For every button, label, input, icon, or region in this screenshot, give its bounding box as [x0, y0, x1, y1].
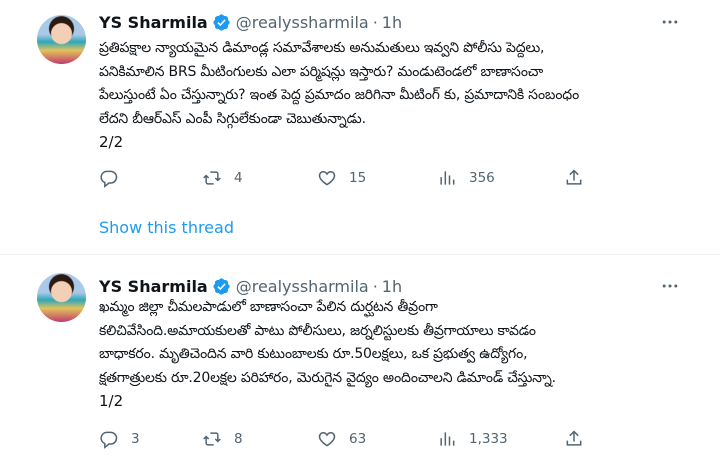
- verified-badge-icon: [213, 277, 230, 295]
- show-thread-row[interactable]: Show this thread: [0, 204, 720, 254]
- share-icon: [566, 169, 582, 185]
- verified-badge-icon: [213, 13, 230, 31]
- divider: [0, 254, 720, 255]
- separator-dot: ·: [372, 12, 378, 32]
- avatar[interactable]: [37, 273, 86, 322]
- tweet-text-line: ఖమ్మం జిల్లా చీమలపాడులో బాణాసంచా పేలిన ద…: [99, 299, 438, 315]
- timestamp[interactable]: 1h: [382, 13, 402, 32]
- tweet-text: ప్రతిపక్షాల న్యాయమైన డిమాండ్ల సమావేశాలకు…: [99, 37, 659, 155]
- more-options-button[interactable]: [658, 10, 682, 34]
- reply-icon: [100, 431, 118, 449]
- like-count: 63: [349, 431, 367, 447]
- author-handle[interactable]: @realyssharmila: [236, 13, 369, 32]
- timestamp[interactable]: 1h: [382, 277, 402, 296]
- views-count: 356: [469, 170, 495, 186]
- reply-count: 3: [131, 431, 140, 447]
- show-thread-link[interactable]: Show this thread: [99, 218, 234, 237]
- tweet-text: ఖమ్మం జిల్లా చీమలపాడులో బాణాసంచా పేలిన ద…: [99, 296, 659, 414]
- like-button[interactable]: 15: [317, 164, 366, 192]
- tweet-text-line: పేలుస్తుంటే ఏం చేస్తున్నారు? ఇంత పెద్ద ప…: [99, 87, 580, 103]
- share-button[interactable]: [564, 164, 584, 192]
- action-bar: 4 15 356: [99, 164, 599, 192]
- tweet-text-line: ప్రతిపక్షాల న్యాయమైన డిమాండ్ల సమావేశాలకు…: [99, 40, 545, 56]
- avatar[interactable]: [37, 15, 86, 64]
- more-icon: [662, 284, 678, 288]
- reply-button[interactable]: 3: [99, 425, 140, 453]
- separator-dot: ·: [372, 276, 378, 296]
- like-icon: [318, 431, 336, 447]
- tweet-text-line: క్షతగాత్రులకు రూ.20లక్షల పరిహారం, మెరుగై…: [99, 369, 556, 386]
- action-bar: 3 8 63 1,333: [99, 425, 599, 453]
- retweet-count: 4: [234, 170, 243, 186]
- tweet-text-line: కలిచివేసింది.అమాయకులతో పాటు పోలీసులు, జర…: [99, 322, 536, 339]
- reply-button[interactable]: [99, 164, 131, 192]
- tweet-header: YS Sharmila @realyssharmila · 1h: [99, 10, 402, 34]
- views-icon: [440, 171, 455, 185]
- like-count: 15: [349, 170, 367, 186]
- like-button[interactable]: 63: [317, 425, 366, 453]
- retweet-button[interactable]: 4: [202, 164, 243, 192]
- retweet-icon: [203, 432, 221, 446]
- tweet[interactable]: YS Sharmila @realyssharmila · 1h ఖమ్మం జ…: [0, 256, 720, 459]
- retweet-icon: [203, 171, 221, 185]
- share-icon: [566, 430, 582, 446]
- tweet-header: YS Sharmila @realyssharmila · 1h: [99, 274, 402, 298]
- thread-counter: 1/2: [99, 392, 124, 410]
- author-handle[interactable]: @realyssharmila: [236, 277, 369, 296]
- tweet[interactable]: YS Sharmila @realyssharmila · 1h ప్రతిపక…: [0, 0, 720, 204]
- views-button[interactable]: 1,333: [437, 425, 508, 453]
- views-count: 1,333: [469, 431, 508, 447]
- tweet-text-line: లేదని బీఆర్ఎస్ ఎంపీ సిగ్గులేకుండా చెబుతు…: [99, 110, 366, 127]
- tweet-text-line: బాధాకరం. మృతిచెందిన వారి కుటుంబాలకు రూ.5…: [99, 346, 528, 362]
- retweet-button[interactable]: 8: [202, 425, 243, 453]
- views-button[interactable]: 356: [437, 164, 495, 192]
- thread-counter: 2/2: [99, 133, 124, 151]
- more-icon: [662, 20, 678, 24]
- author-name[interactable]: YS Sharmila: [99, 277, 208, 296]
- tweet-text-line: పనికిమాలిన BRS మీటింగులకు ఎలా పర్మిషన్లు…: [99, 63, 543, 80]
- reply-icon: [100, 170, 118, 188]
- like-icon: [318, 170, 336, 186]
- retweet-count: 8: [234, 431, 243, 447]
- author-name[interactable]: YS Sharmila: [99, 13, 208, 32]
- more-options-button[interactable]: [658, 274, 682, 298]
- share-button[interactable]: [564, 425, 584, 453]
- views-icon: [440, 432, 455, 446]
